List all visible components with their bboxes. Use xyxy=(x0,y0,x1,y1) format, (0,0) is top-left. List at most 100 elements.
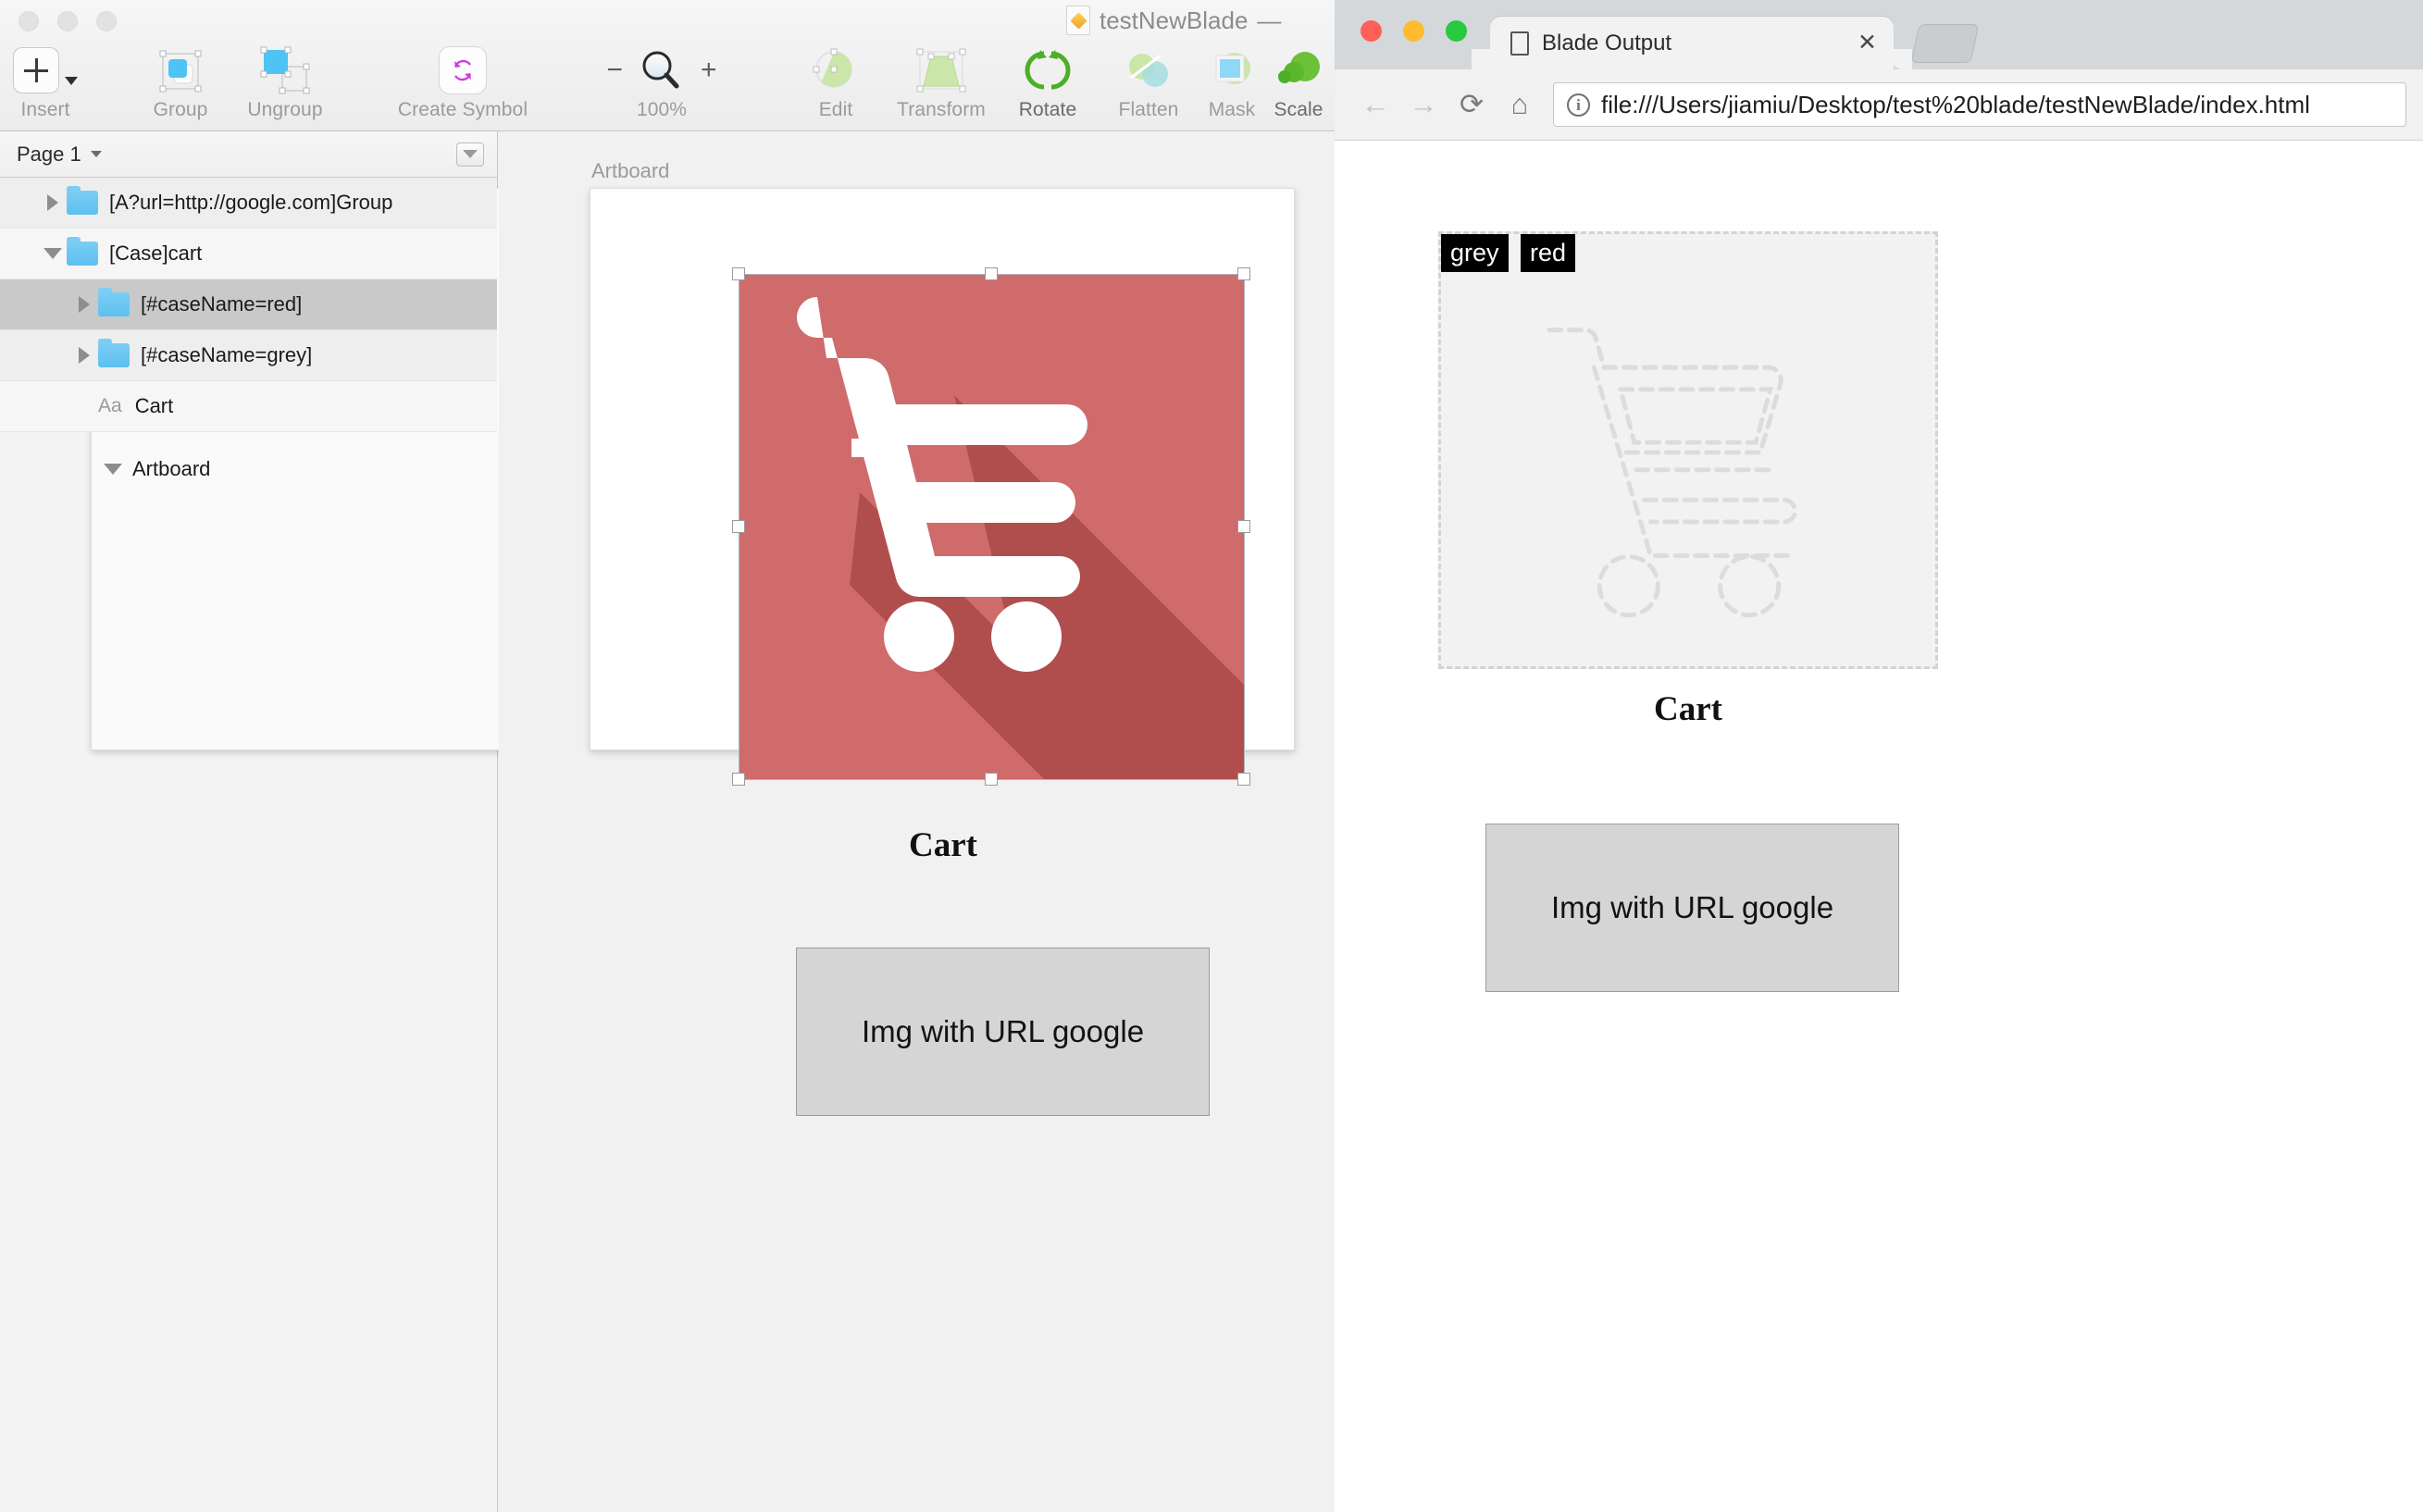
browser-tab-bar: Blade Output ✕ xyxy=(1335,0,2423,69)
site-info-icon[interactable]: i xyxy=(1567,93,1590,117)
layer-row[interactable]: AaCart xyxy=(0,381,497,432)
layer-name: [#caseName=red] xyxy=(141,292,302,316)
cart-text-layer[interactable]: Cart xyxy=(590,825,1296,865)
chevron-down-icon xyxy=(91,151,102,157)
case-button-red[interactable]: red xyxy=(1521,234,1575,272)
browser-tab-title: Blade Output xyxy=(1542,31,1858,56)
filter-dropdown-icon[interactable] xyxy=(456,143,484,167)
selection-handle-nw[interactable] xyxy=(732,267,745,280)
zoom-control[interactable]: − + 100% xyxy=(574,44,750,121)
disclosure-open-icon[interactable] xyxy=(99,464,127,475)
rotate-tool[interactable]: Rotate xyxy=(1001,44,1094,121)
selection-handle-se[interactable] xyxy=(1237,773,1250,786)
sketch-toolbar: Insert Group xyxy=(0,0,1335,131)
zoom-out-button[interactable]: − xyxy=(606,55,623,86)
close-icon[interactable]: ✕ xyxy=(1858,31,1877,55)
sketch-title-suffix: — xyxy=(1257,6,1281,35)
browser-zoom-button[interactable] xyxy=(1446,20,1467,42)
mask-icon xyxy=(1205,46,1259,94)
browser-cart-caption: Cart xyxy=(1438,689,1938,729)
zoom-in-button[interactable]: + xyxy=(701,55,717,86)
shopping-cart-glyph xyxy=(739,274,1244,779)
layer-row[interactable]: [#caseName=red] xyxy=(0,279,497,330)
selection-handle-s[interactable] xyxy=(985,773,998,786)
sketch-document-title: testNewBlade xyxy=(1100,6,1248,35)
artboard-name-label[interactable]: Artboard xyxy=(591,159,669,183)
sketch-window: Insert Group xyxy=(0,0,1335,1512)
selection-handle-sw[interactable] xyxy=(732,773,745,786)
flatten-label: Flatten xyxy=(1098,99,1199,121)
transform-tool[interactable]: Transform xyxy=(881,44,1001,121)
ungroup-icon xyxy=(255,44,316,96)
insert-tool[interactable]: Insert xyxy=(6,44,85,121)
browser-viewport: grey red Cart Img with URL google xyxy=(1335,142,2423,1512)
disclosure-open-icon[interactable] xyxy=(39,248,67,259)
selection-handle-w[interactable] xyxy=(732,520,745,533)
screen: Insert Group xyxy=(0,0,2423,1512)
cart-red-image[interactable] xyxy=(739,274,1244,779)
edit-label: Edit xyxy=(796,99,876,121)
page-bar: Page 1 xyxy=(0,131,497,178)
magnifier-icon[interactable] xyxy=(636,47,688,93)
scale-icon xyxy=(1272,46,1325,94)
scale-tool[interactable]: Scale xyxy=(1262,44,1335,121)
flatten-icon xyxy=(1122,46,1175,94)
sketch-canvas[interactable]: Artboard xyxy=(499,131,1335,1512)
cart-placeholder-box[interactable]: grey red xyxy=(1438,231,1938,669)
ungroup-tool[interactable]: Ungroup xyxy=(230,44,341,121)
layer-row[interactable]: [A?url=http://google.com]Group xyxy=(0,178,497,229)
browser-minimize-button[interactable] xyxy=(1403,20,1424,42)
disclosure-closed-icon[interactable] xyxy=(70,347,98,364)
browser-img-url-placeholder: Img with URL google xyxy=(1485,824,1899,992)
case-button-grey[interactable]: grey xyxy=(1441,234,1509,272)
address-bar[interactable]: i file:///Users/jiamiu/Desktop/test%20bl… xyxy=(1553,82,2406,127)
sketch-close-button[interactable] xyxy=(19,11,39,31)
forward-icon[interactable]: → xyxy=(1399,88,1448,121)
create-symbol-tool[interactable]: Create Symbol xyxy=(379,44,546,121)
browser-close-button[interactable] xyxy=(1361,20,1382,42)
page-icon xyxy=(1510,31,1529,56)
ungroup-label: Ungroup xyxy=(230,99,341,121)
layer-name: [A?url=http://google.com]Group xyxy=(109,191,392,215)
address-bar-url: file:///Users/jiamiu/Desktop/test%20blad… xyxy=(1601,91,2310,119)
transform-icon xyxy=(913,45,970,95)
group-tool[interactable]: Group xyxy=(141,44,220,121)
browser-window-controls[interactable] xyxy=(1361,20,1467,42)
layer-name: [#caseName=grey] xyxy=(141,343,312,367)
create-symbol-label: Create Symbol xyxy=(379,99,546,121)
browser-nav-bar: ← → ⟳ ⌂ i file:///Users/jiamiu/Desktop/t… xyxy=(1335,69,2423,141)
page-selector[interactable]: Page 1 xyxy=(17,143,102,167)
layer-row[interactable]: [#caseName=grey] xyxy=(0,330,497,381)
text-layer-icon: Aa xyxy=(98,395,122,417)
img-url-placeholder[interactable]: Img with URL google xyxy=(796,948,1210,1116)
edit-vector-icon xyxy=(809,45,863,95)
disclosure-closed-icon[interactable] xyxy=(39,194,67,211)
mask-tool[interactable]: Mask xyxy=(1192,44,1272,121)
selection-handle-e[interactable] xyxy=(1237,520,1250,533)
selection-handle-ne[interactable] xyxy=(1237,267,1250,280)
sketch-zoom-button[interactable] xyxy=(96,11,117,31)
symbol-refresh-icon xyxy=(439,46,487,94)
browser-tab[interactable]: Blade Output ✕ xyxy=(1490,17,1894,69)
mask-label: Mask xyxy=(1192,99,1272,121)
layer-row[interactable]: [Case]cart xyxy=(0,229,497,279)
dashed-shopping-cart-icon xyxy=(1441,234,1935,666)
folder-icon xyxy=(98,343,130,367)
flatten-tool[interactable]: Flatten xyxy=(1098,44,1199,121)
layer-name: [Case]cart xyxy=(109,242,202,266)
sketch-window-controls[interactable] xyxy=(19,11,117,31)
group-icon xyxy=(152,44,209,96)
rotate-icon xyxy=(1022,46,1074,94)
artboard[interactable]: Cart Img with URL google xyxy=(590,188,1295,750)
folder-icon xyxy=(67,191,98,215)
new-tab-button[interactable] xyxy=(1911,24,1980,63)
selection-handle-n[interactable] xyxy=(985,267,998,280)
sketch-minimize-button[interactable] xyxy=(57,11,78,31)
home-icon[interactable]: ⌂ xyxy=(1496,88,1544,121)
reload-icon[interactable]: ⟳ xyxy=(1448,88,1496,121)
back-icon[interactable]: ← xyxy=(1351,88,1399,121)
folder-icon xyxy=(67,242,98,266)
disclosure-closed-icon[interactable] xyxy=(70,296,98,313)
rotate-label: Rotate xyxy=(1001,99,1094,121)
edit-tool[interactable]: Edit xyxy=(796,44,876,121)
